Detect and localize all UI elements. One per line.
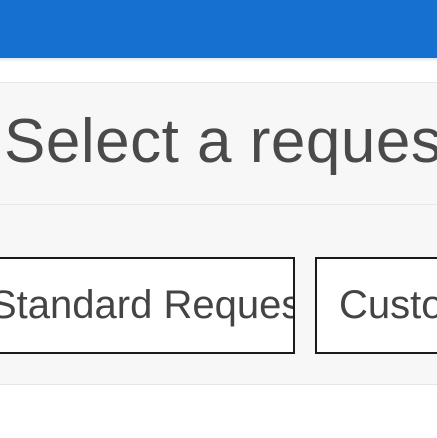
page-title: Select a request — [4, 107, 437, 176]
custom-request-button[interactable]: Custom Request — [315, 257, 437, 354]
top-app-bar — [0, 0, 437, 58]
page: Select a request Standard Request Custom… — [0, 0, 437, 438]
standard-request-button[interactable]: Standard Request — [0, 257, 295, 354]
panel-divider — [0, 204, 437, 205]
top-app-bar-shadow — [0, 58, 437, 62]
request-selection-panel: Select a request Standard Request Custom… — [0, 82, 437, 385]
